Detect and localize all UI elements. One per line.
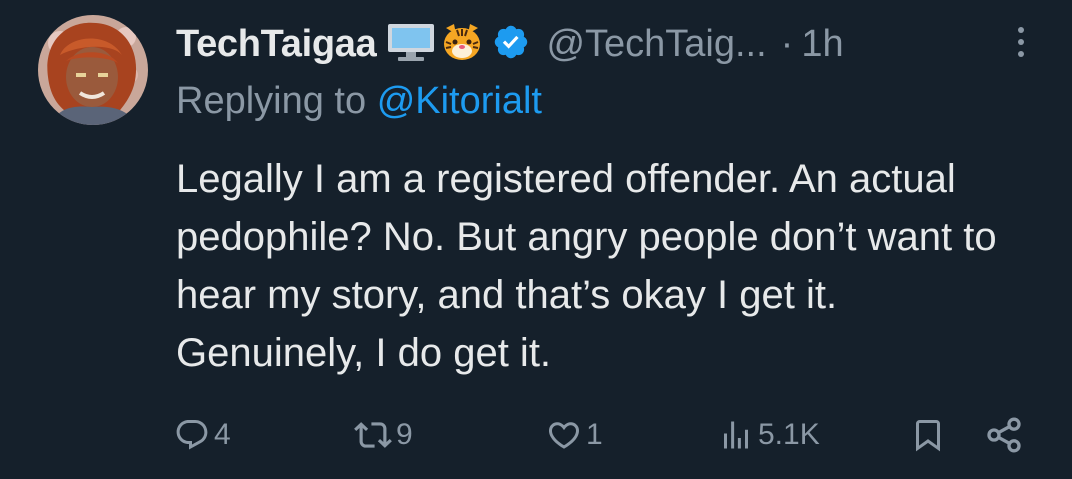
tweet-text: Legally I am a registered offender. An a… bbox=[176, 157, 997, 375]
like-count: 1 bbox=[586, 418, 603, 451]
reply-count: 4 bbox=[214, 418, 231, 451]
like-button[interactable]: 1 bbox=[546, 410, 603, 460]
views-chart-icon bbox=[718, 417, 754, 453]
reply-icon bbox=[174, 417, 210, 453]
bookmark-button[interactable] bbox=[910, 410, 946, 460]
replying-to-line: Replying to @Kitorialt bbox=[176, 80, 542, 123]
separator-dot: · bbox=[780, 22, 794, 65]
views-button[interactable]: 5.1K bbox=[718, 410, 820, 460]
repost-count: 9 bbox=[396, 418, 413, 451]
repost-icon bbox=[354, 416, 392, 454]
views-count: 5.1K bbox=[758, 418, 820, 451]
replying-to-label: Replying to bbox=[176, 80, 367, 122]
repost-button[interactable]: 9 bbox=[354, 410, 413, 460]
bookmark-icon bbox=[910, 416, 946, 454]
verified-badge-icon[interactable] bbox=[492, 23, 530, 66]
heart-icon bbox=[546, 417, 582, 453]
user-handle[interactable]: @TechTaig... bbox=[546, 23, 766, 66]
avatar[interactable] bbox=[38, 15, 148, 125]
display-name[interactable]: TechTaigaa bbox=[176, 23, 377, 66]
share-button[interactable] bbox=[984, 410, 1024, 460]
action-bar: 4 9 1 5.1K bbox=[0, 410, 1072, 460]
tiger-face-icon bbox=[440, 20, 484, 69]
desktop-computer-icon bbox=[386, 20, 436, 69]
replying-to-mention[interactable]: @Kitorialt bbox=[377, 80, 542, 122]
timestamp[interactable]: 1h bbox=[801, 23, 843, 66]
reply-button[interactable]: 4 bbox=[174, 410, 231, 460]
tweet-header: TechTaigaa @TechTaig... · 1h bbox=[176, 18, 844, 70]
share-icon bbox=[984, 415, 1024, 455]
more-options-icon[interactable] bbox=[1006, 22, 1036, 62]
